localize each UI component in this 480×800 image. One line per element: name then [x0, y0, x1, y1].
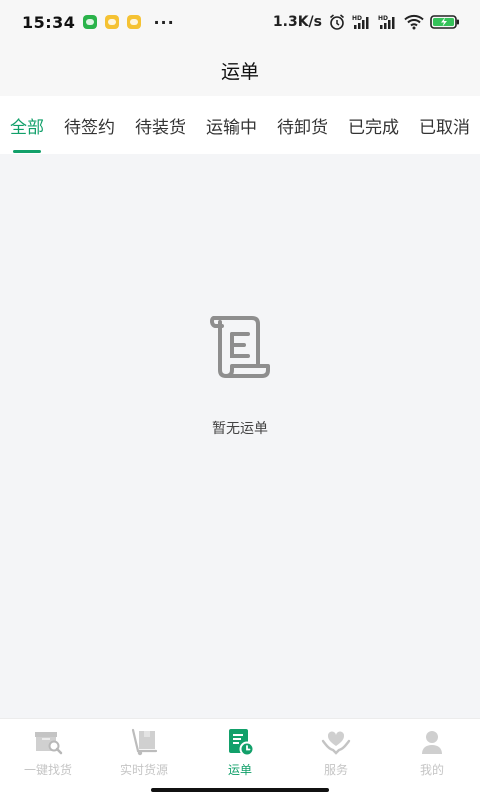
svg-text:HD: HD [352, 15, 362, 22]
heart-hand-icon [321, 731, 351, 755]
status-time: 15:34 [22, 12, 76, 32]
empty-state: 暂无运单 [0, 312, 480, 438]
header: 运单 [0, 44, 480, 96]
network-speed: 1.3K/s [272, 14, 322, 30]
svg-text:HD: HD [378, 15, 388, 22]
tab-pending-sign[interactable]: 待签约 [64, 96, 115, 154]
nav-label: 运单 [227, 763, 252, 777]
nav-label: 服务 [323, 763, 348, 777]
nav-label: 我的 [419, 763, 444, 777]
empty-message: 暂无运单 [212, 421, 268, 437]
tab-completed[interactable]: 已完成 [348, 96, 399, 154]
nav-label: 一键找货 [23, 763, 72, 777]
nav-profile[interactable]: 我的 [384, 719, 480, 800]
hd-signal-icon: HD [378, 14, 398, 30]
yellow-message-icon [127, 15, 142, 29]
tab-in-transit[interactable]: 运输中 [206, 96, 257, 154]
hd-signal-icon: HD [352, 14, 372, 30]
scroll-document-icon [209, 316, 270, 378]
home-indicator[interactable] [151, 788, 329, 792]
tab-pending-load[interactable]: 待装货 [135, 96, 186, 154]
tab-cancelled[interactable]: 已取消 [419, 96, 470, 154]
page-title: 运单 [220, 60, 259, 83]
nav-find-cargo[interactable]: 一键找货 [0, 719, 96, 800]
nav-label: 实时货源 [119, 763, 168, 777]
box-search-icon [35, 732, 63, 755]
person-icon [422, 731, 442, 754]
more-notifications-icon: ··· [153, 12, 175, 32]
yellow-chat-icon [105, 15, 120, 29]
battery-charging-icon [430, 14, 460, 30]
alarm-icon [328, 13, 346, 31]
waybill-status-tabs: 全部 待签约 待装货 运输中 待卸货 已完成 已取消 [0, 96, 480, 154]
wifi-icon [404, 14, 424, 30]
tab-pending-unload[interactable]: 待卸货 [277, 96, 328, 154]
waybill-clock-icon [229, 729, 255, 757]
cargo-cart-icon [131, 728, 158, 756]
tab-all[interactable]: 全部 [10, 96, 44, 154]
green-app-icon [83, 15, 98, 29]
status-bar: 15:34 ··· 1.3K/s HD HD [0, 0, 480, 44]
